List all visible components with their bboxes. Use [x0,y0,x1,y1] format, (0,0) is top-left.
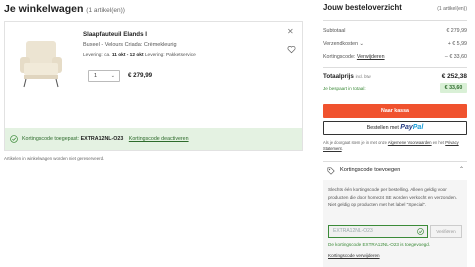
cart-item-card: Slaapfauteuil Elands I Buxeel - Velours … [4,21,303,151]
discount-remove-link[interactable]: Verwijderen [357,54,385,60]
product-variant: Buxeel - Velours Criada: Crèmekleurig [83,42,177,48]
coupon-input[interactable]: EXTRA12NL-O23 [328,225,428,238]
product-delivery: Levering: ca. 11 okt - 12 okt Levering: … [83,53,196,58]
shipping-row[interactable]: Verzendkosten ⌄ + € 5,99 [323,41,467,49]
chevron-down-icon: ⌄ [359,41,364,47]
coupon-applied-message: De kortingscode EXTRA12NL-O23 is toegevo… [328,242,431,247]
coupon-deactivate-link[interactable]: Kortingscode deactiveren [129,136,189,142]
coupon-panel-title: Kortingscode toevoegen [340,167,401,173]
coupon-remove-link[interactable]: Kortingscode verwijderen [328,253,380,258]
check-circle-icon [10,135,18,143]
checkout-button[interactable]: Naar kassa [323,104,467,118]
terms-link[interactable]: Algemene Voorwaarden [388,140,432,145]
heart-icon[interactable] [287,45,296,54]
product-image[interactable] [12,35,70,90]
total-value: € 252,38 [441,73,467,80]
divider [323,20,467,21]
quantity-value: 1 [94,73,98,79]
product-price: € 279,99 [128,72,153,79]
quantity-select[interactable]: 1 ⌄ [88,70,120,82]
close-icon[interactable]: ✕ [287,28,294,36]
subtotal-row: Subtotaal € 279,99 [323,28,467,34]
tag-icon [327,167,335,175]
overview-item-count: (1 artikel(en)) [437,6,467,12]
coupon-code: EXTRA12NL-O23 [80,136,124,142]
divider [323,161,467,162]
reservation-note: Artikelen in winkelwagen worden niet ger… [4,156,105,161]
coupon-panel: Slechts één kortingscode per bestelling.… [323,180,467,267]
product-name[interactable]: Slaapfauteuil Elands I [83,31,147,38]
legal-text: Als je doorgaat stem je in met onze Alge… [323,140,459,151]
overview-title: Jouw besteloverzicht [323,3,402,12]
coupon-applied-text: Kortingscode toegepast: EXTRA12NL-O23 Ko… [22,136,189,142]
coupon-info: Slechts één kortingscode per bestelling.… [328,187,457,208]
divider [323,67,467,68]
check-circle-icon [417,228,424,235]
coupon-applied-bar: Kortingscode toegepast: EXTRA12NL-O23 Ko… [5,128,302,150]
verify-button[interactable]: Verifiëren [430,225,462,238]
chevron-up-icon: ⌃ [458,167,464,173]
coupon-panel-toggle[interactable]: Kortingscode toevoegen ⌃ [323,164,467,178]
page-title: Je winkelwagen (1 artikel(en)) [4,3,125,15]
chevron-down-icon: ⌄ [110,73,115,79]
savings-badge: € 33,60 [440,83,467,93]
savings-label: Je bespaart in totaal: [323,86,366,91]
total-label: Totaalprijs incl. btw [323,73,371,80]
coupon-input-value: EXTRA12NL-O23 [333,228,373,234]
cart-title: Je winkelwagen [4,3,84,15]
cart-item-count: (1 artikel(en)) [86,7,125,14]
discount-row: Kortingscode: Verwijderen – € 33,60 [323,54,467,60]
paypal-button[interactable]: Bestellen met PayPal [323,121,467,135]
